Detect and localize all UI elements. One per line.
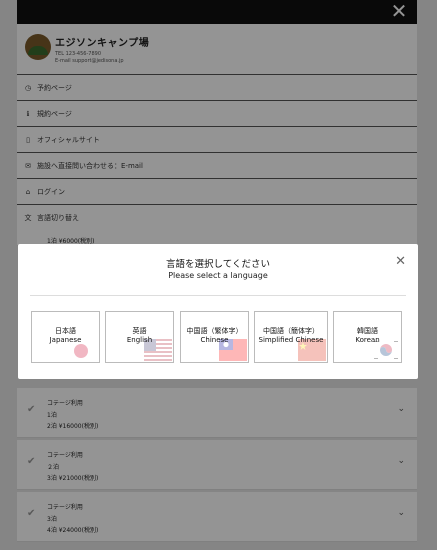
language-native-name: 中国語（繁体字） [186,327,243,335]
language-english-name: Chinese [200,336,229,344]
modal-subtitle: Please select a language [168,271,268,280]
language-select-modal: 言語を選択してください Please select a language ✕ 日… [18,244,418,379]
language-option-chinese-traditional[interactable]: 中国語（繁体字） Chinese [180,311,249,363]
language-option-korean[interactable]: 韓国語 Korean [333,311,402,363]
language-native-name: 日本語 [55,327,76,335]
language-native-name: 韓国語 [357,327,378,335]
language-english-name: Simplified Chinese [258,336,324,344]
language-option-japanese[interactable]: 日本語 Japanese [31,311,100,363]
language-english-name: Korean [355,336,380,344]
language-english-name: English [126,336,153,344]
close-icon[interactable]: ✕ [395,255,406,268]
modal-title: 言語を選択してください [166,259,270,270]
language-native-name: 英語 [132,327,147,335]
divider [30,295,406,296]
language-english-name: Japanese [49,336,82,344]
language-native-name: 中国語（簡体字） [263,327,319,335]
language-option-english[interactable]: 英語 English [105,311,174,363]
language-option-chinese-simplified[interactable]: 中国語（簡体字） Simplified Chinese [254,311,328,363]
